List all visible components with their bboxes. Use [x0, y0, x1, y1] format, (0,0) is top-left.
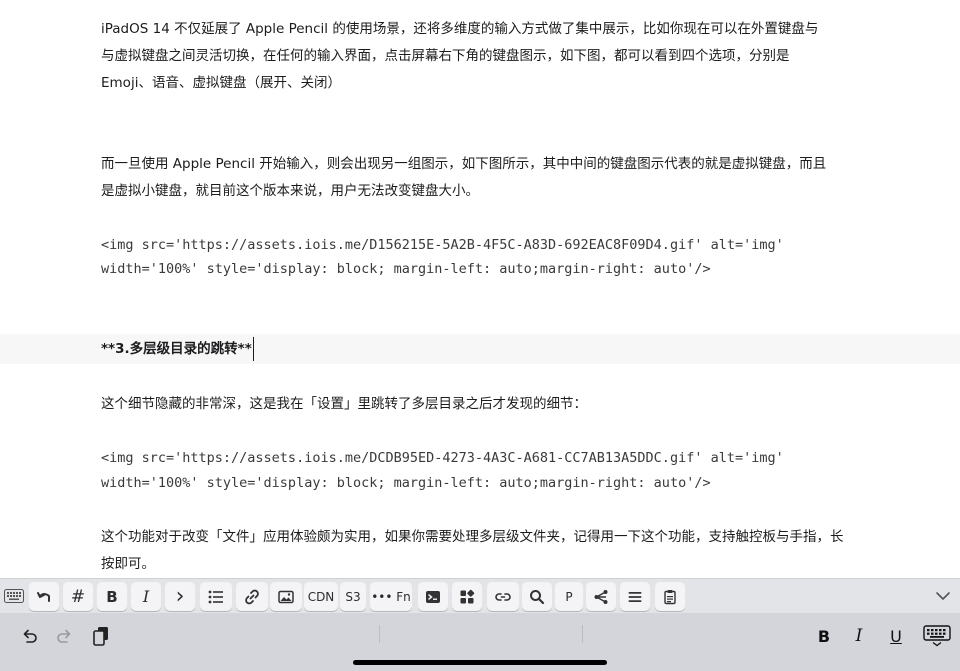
fn-button[interactable]: ••• Fn: [370, 582, 412, 611]
clipboard-icon: [664, 589, 676, 604]
divider: [582, 625, 583, 643]
text-line[interactable]: 这个功能对于改变「文件」应用体验颇为实用，如果你需要处理多层级文件夹，记得用一下…: [101, 525, 880, 549]
text-line[interactable]: 与虚拟键盘之间灵活切换，在任何的输入界面，点击屏幕右下角的键盘图示，如下图，都可…: [101, 44, 880, 68]
bold-button[interactable]: B: [97, 582, 127, 611]
cdn-button[interactable]: CDN: [304, 582, 338, 611]
terminal-button[interactable]: [418, 582, 448, 611]
italic-shortcut-button[interactable]: I: [847, 624, 871, 648]
code-line[interactable]: width='100%' style='display: block; marg…: [101, 257, 880, 281]
search-button[interactable]: [522, 582, 552, 611]
code-line[interactable]: <img src='https://assets.iois.me/DCDB95E…: [101, 446, 880, 470]
text-line[interactable]: Emoji、语音、虚拟键盘（展开、关闭）: [101, 71, 880, 95]
share-icon: [594, 589, 608, 604]
menu-button[interactable]: [620, 582, 650, 611]
markdown-toolbar: # B I › CDN S3 ••• Fn P: [0, 578, 960, 614]
grid-icon: [460, 589, 475, 603]
undo-button[interactable]: [29, 582, 59, 611]
p-button[interactable]: P: [555, 582, 583, 611]
unlink-icon: [495, 592, 511, 601]
text-cursor: [252, 337, 255, 361]
undo-icon[interactable]: [18, 625, 40, 647]
s3-button[interactable]: S3: [340, 582, 366, 611]
heading-line[interactable]: **3.多层级目录的跳转**: [101, 337, 880, 361]
home-indicator: [353, 660, 607, 665]
image-icon: [278, 590, 294, 603]
keyboard-icon[interactable]: [922, 624, 952, 648]
text-line[interactable]: iPadOS 14 不仅延展了 Apple Pencil 的使用场景，还将多维度…: [101, 17, 880, 41]
clipboard-button[interactable]: [655, 582, 685, 611]
redo-icon[interactable]: [54, 625, 76, 647]
text-line[interactable]: 是虚拟小键盘，就目前这个版本来说，用户无法改变键盘大小。: [101, 179, 880, 203]
terminal-icon: [426, 590, 440, 603]
text-line[interactable]: 这个细节隐藏的非常深，这是我在「设置」里跳转了多层目录之后才发现的细节：: [101, 392, 880, 416]
markdown-editor[interactable]: iPadOS 14 不仅延展了 Apple Pencil 的使用场景，还将多维度…: [0, 0, 960, 578]
chevron-down-icon[interactable]: [932, 587, 954, 605]
image-button[interactable]: [270, 582, 302, 611]
list-button[interactable]: [200, 582, 232, 611]
menu-icon: [628, 591, 642, 602]
widgets-button[interactable]: [452, 582, 482, 611]
text-line[interactable]: 按即可。: [101, 552, 880, 576]
underline-shortcut-button[interactable]: U: [884, 624, 908, 648]
paste-icon[interactable]: [90, 624, 112, 648]
bold-shortcut-button[interactable]: B: [812, 624, 836, 648]
list-icon: [208, 590, 223, 603]
divider: [379, 625, 380, 643]
share-button[interactable]: [586, 582, 616, 611]
text-line[interactable]: 而一旦使用 Apple Pencil 开始输入，则会出现另一组图示，如下图所示，…: [101, 152, 880, 176]
heading-button[interactable]: #: [63, 582, 93, 611]
quote-button[interactable]: ›: [165, 582, 195, 611]
heading-text: **3.多层级目录的跳转**: [101, 341, 252, 357]
link-icon: [245, 589, 259, 604]
italic-button[interactable]: I: [131, 582, 161, 611]
search-icon: [530, 589, 545, 604]
link-button[interactable]: [236, 582, 268, 611]
code-line[interactable]: <img src='https://assets.iois.me/D156215…: [101, 233, 880, 257]
keyboard-icon[interactable]: [3, 587, 25, 605]
undo-icon: [37, 591, 50, 602]
code-line[interactable]: width='100%' style='display: block; marg…: [101, 471, 880, 495]
unlink-button[interactable]: [487, 582, 519, 611]
